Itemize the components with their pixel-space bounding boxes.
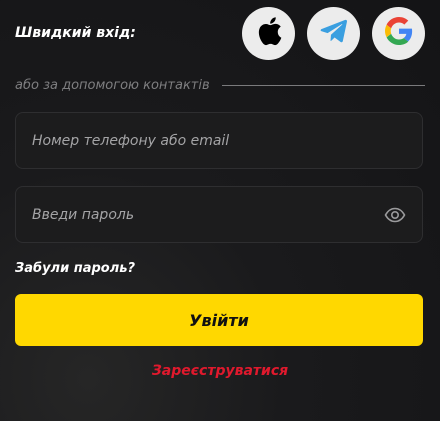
password-field[interactable] bbox=[15, 186, 423, 243]
contacts-divider: або за допомогою контактів bbox=[15, 76, 425, 94]
eye-icon[interactable] bbox=[384, 204, 406, 226]
apple-icon bbox=[255, 16, 283, 50]
phone-email-input[interactable] bbox=[32, 132, 406, 149]
quick-login-label: Швидкий вхід: bbox=[15, 25, 136, 41]
social-login-group bbox=[242, 6, 425, 60]
telegram-login-button[interactable] bbox=[307, 6, 360, 60]
apple-login-button[interactable] bbox=[242, 6, 295, 60]
quick-login-row: Швидкий вхід: bbox=[15, 6, 425, 60]
register-link[interactable]: Зареєструватися bbox=[0, 363, 440, 379]
forgot-password-link[interactable]: Забули пароль? bbox=[15, 261, 135, 276]
divider-text: або за допомогою контактів bbox=[15, 77, 210, 93]
phone-email-field[interactable] bbox=[15, 112, 423, 169]
password-input[interactable] bbox=[32, 206, 384, 223]
google-login-button[interactable] bbox=[372, 6, 425, 60]
login-button[interactable]: Увійти bbox=[15, 294, 423, 346]
google-icon bbox=[384, 17, 413, 49]
telegram-icon bbox=[320, 18, 348, 48]
divider-line bbox=[221, 84, 425, 86]
